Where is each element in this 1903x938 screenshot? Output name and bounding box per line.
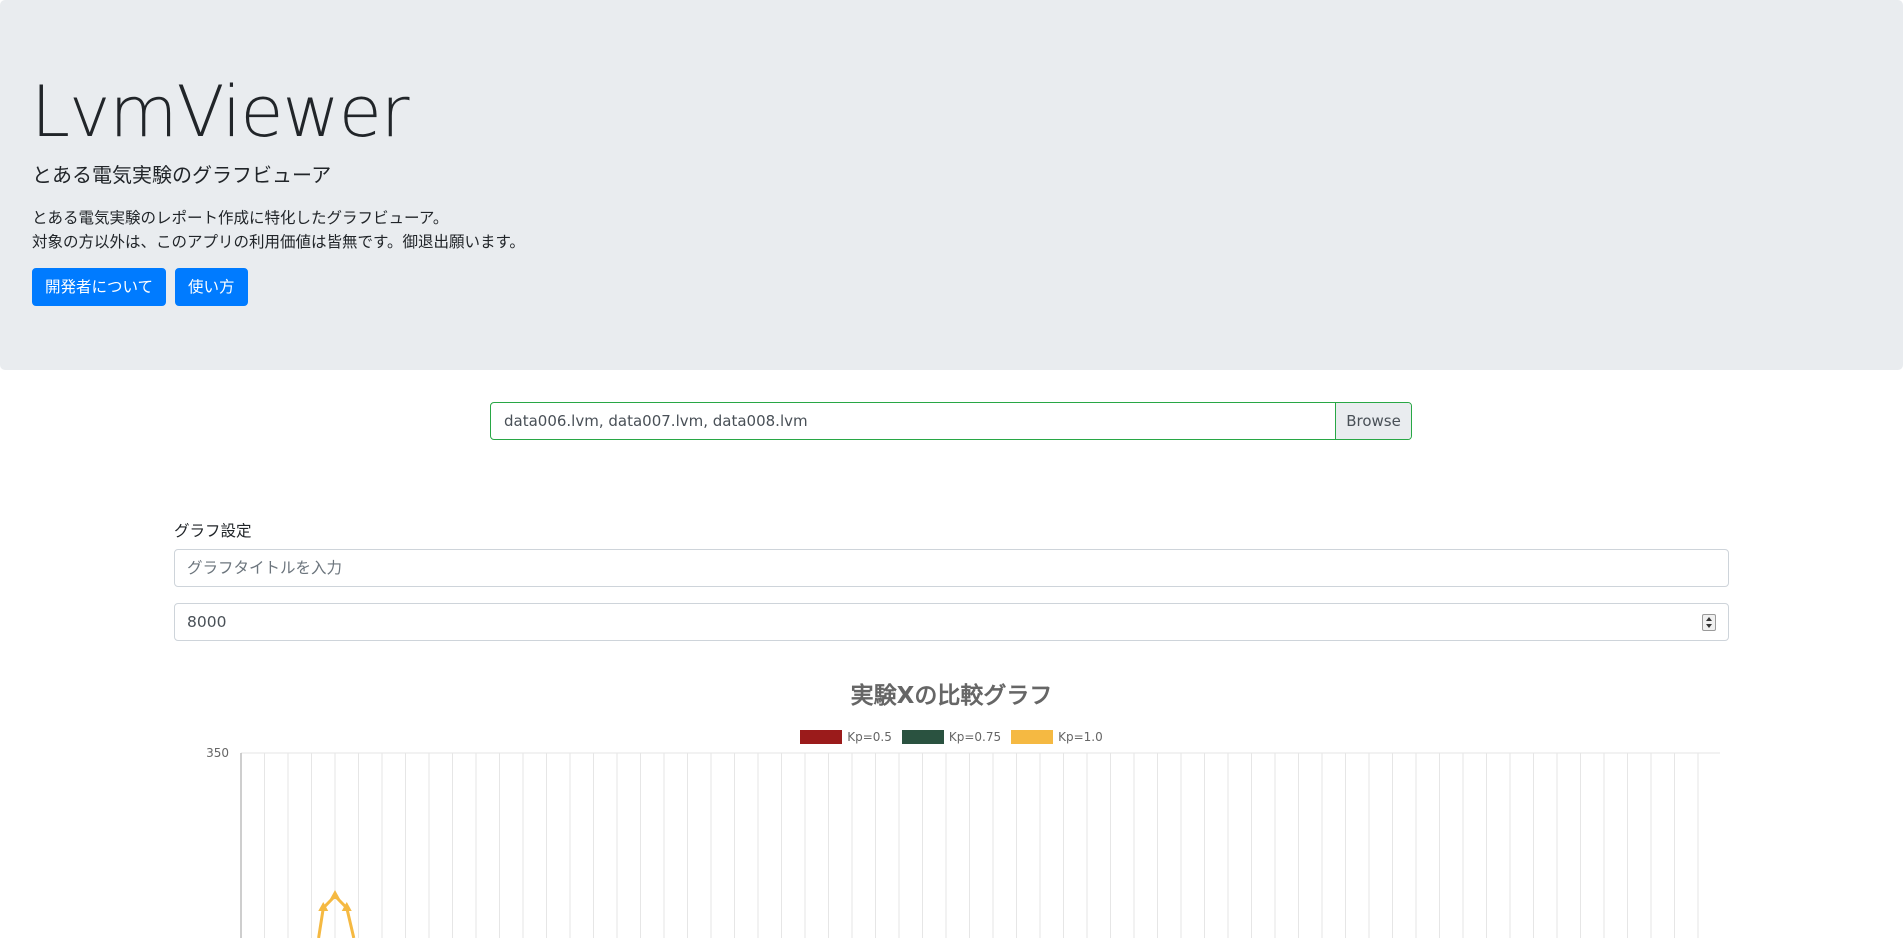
number-spinner-icon[interactable]	[1702, 614, 1716, 631]
chart-series	[317, 890, 356, 938]
chart-legend: Kp=0.5 Kp=0.75 Kp=1.0	[0, 729, 1903, 745]
file-input-value: data006.lvm, data007.lvm, data008.lvm	[504, 412, 808, 430]
browse-button[interactable]: Browse	[1335, 403, 1411, 439]
legend-swatch-kp075	[901, 730, 944, 744]
graph-title-input[interactable]	[174, 549, 1729, 587]
file-input[interactable]: data006.lvm, data007.lvm, data008.lvm Br…	[490, 402, 1412, 440]
app-description: とある電気実験のレポート作成に特化したグラフビューア。 対象の方以外は、このアプ…	[32, 206, 525, 254]
number-input-value: 8000	[187, 613, 227, 631]
about-developer-button[interactable]: 開発者について	[32, 268, 167, 306]
legend-swatch-kp10	[1011, 730, 1054, 744]
legend-swatch-kp05	[800, 730, 843, 744]
chart-grid	[241, 752, 1720, 938]
legend-item-kp10[interactable]: Kp=1.0	[1011, 730, 1103, 744]
legend-label-kp05: Kp=0.5	[847, 730, 892, 744]
series-2-point-1	[318, 902, 329, 911]
description-line-2: 対象の方以外は、このアプリの利用価値は皆無です。御退出願います。	[32, 233, 525, 251]
app-subtitle: とある電気実験のグラフビューア	[32, 163, 332, 187]
series-2-point-2	[330, 890, 340, 899]
legend-label-kp075: Kp=0.75	[948, 730, 1002, 744]
usage-button[interactable]: 使い方	[175, 268, 248, 306]
description-line-1: とある電気実験のレポート作成に特化したグラフビューア。	[32, 209, 449, 227]
graph-settings-label: グラフ設定	[174, 522, 252, 540]
number-input[interactable]: 8000	[174, 603, 1729, 641]
chart-axes: 350	[206, 746, 242, 938]
jumbotron-header: LvmViewer とある電気実験のグラフビューア とある電気実験のレポート作成…	[0, 0, 1903, 370]
y-tick-label: 350	[206, 746, 229, 760]
series-2-point-3	[341, 902, 352, 911]
series-line-2	[317, 893, 356, 938]
legend-label-kp10: Kp=1.0	[1058, 730, 1103, 744]
chart-title: 実験Xの比較グラフ	[850, 683, 1053, 709]
legend-item-kp075[interactable]: Kp=0.75	[901, 730, 1002, 744]
legend-item-kp05[interactable]: Kp=0.5	[800, 730, 892, 744]
app-title: LvmViewer	[31, 71, 410, 153]
